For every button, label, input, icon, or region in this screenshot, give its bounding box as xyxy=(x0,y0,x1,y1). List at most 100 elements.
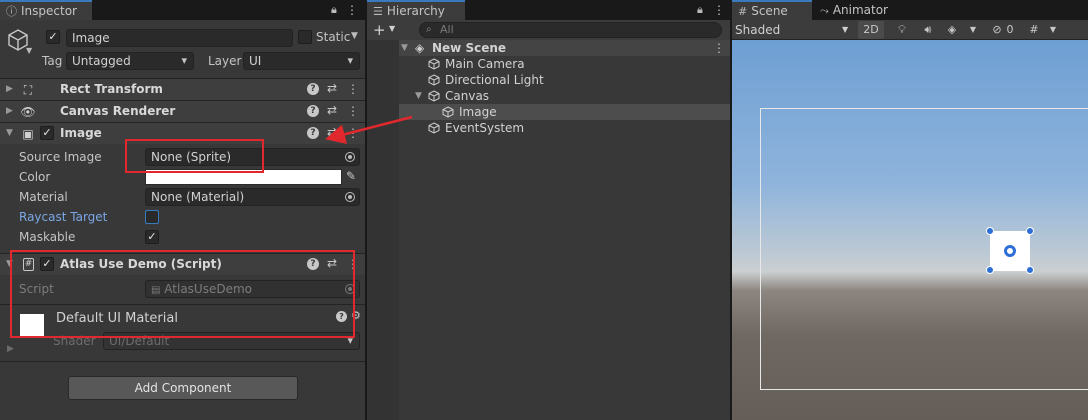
inspector-menu-icon[interactable]: ⋮ xyxy=(346,3,358,17)
image-component-icon: ▣ xyxy=(22,127,34,141)
canvas-bounds xyxy=(760,108,1088,390)
lock-icon[interactable]: 🔒︎ xyxy=(331,3,337,17)
scene-row[interactable]: ▼ ◈ New Scene ⋮ xyxy=(367,40,730,56)
shader-foldout-icon[interactable]: ▶ xyxy=(7,344,14,354)
static-chevron-down-icon[interactable]: ▼ xyxy=(351,31,358,41)
rect-handle-bottom-right[interactable] xyxy=(1026,266,1034,274)
image-enabled-checkbox[interactable]: ✓ xyxy=(40,126,54,140)
canvas-foldout-icon[interactable]: ▼ xyxy=(415,88,422,104)
component-title: Image xyxy=(60,126,102,140)
object-picker-icon[interactable] xyxy=(345,152,355,162)
layer-dropdown[interactable]: UI xyxy=(243,52,360,70)
component-canvas-renderer[interactable]: ▶ 👁︎ Canvas Renderer ? ⇄ ⋮ xyxy=(0,100,365,122)
hierarchy-item-canvas[interactable]: ▼ Canvas xyxy=(367,88,730,104)
gameobject-cube-icon xyxy=(428,122,440,134)
gameobject-cube-icon xyxy=(428,74,440,86)
object-picker-icon[interactable] xyxy=(345,192,355,202)
scene-menu-icon[interactable]: ⋮ xyxy=(713,41,725,55)
tag-dropdown[interactable]: Untagged xyxy=(66,52,194,70)
component-rect-transform[interactable]: ▶ ⛶ Rect Transform ? ⇄ ⋮ xyxy=(0,78,365,100)
rect-handle-bottom-left[interactable] xyxy=(986,266,994,274)
material-field[interactable]: None (Material) xyxy=(145,188,360,206)
help-icon[interactable]: ? xyxy=(307,105,319,117)
static-checkbox[interactable] xyxy=(298,30,312,44)
lock-icon[interactable]: 🔒︎ xyxy=(697,3,703,17)
annotation-box-script xyxy=(10,250,355,338)
help-icon[interactable]: ? xyxy=(307,127,319,139)
static-label: Static xyxy=(316,30,351,44)
raycast-target-label: Raycast Target xyxy=(19,210,108,224)
hierarchy-item-directional-light[interactable]: Directional Light xyxy=(367,72,730,88)
hierarchy-item-main-camera[interactable]: Main Camera xyxy=(367,56,730,72)
add-component-button[interactable]: Add Component xyxy=(68,376,298,400)
component-menu-icon[interactable]: ⋮ xyxy=(347,104,359,118)
tab-animator[interactable]: ⤳ Animator xyxy=(814,0,904,20)
material-value: None (Material) xyxy=(151,190,245,204)
pivot-handle[interactable] xyxy=(1004,245,1016,257)
add-plus-icon[interactable]: + xyxy=(373,21,386,39)
hierarchy-toolbar: + ▼ ⌕ All xyxy=(367,20,730,40)
chevron-down-icon: ▼ xyxy=(842,25,849,34)
inspector-tabbar: ⓘ Inspector 🔒︎ ⋮ xyxy=(0,0,365,20)
hierarchy-item-label: Canvas xyxy=(445,89,490,103)
audio-toggle-icon[interactable]: 🔊︎ xyxy=(918,21,938,39)
help-icon[interactable]: ? xyxy=(307,83,319,95)
preset-icon[interactable]: ⇄ xyxy=(327,103,337,117)
scene-toolbar: Shaded ▼ 2D 💡︎ 🔊︎ ◈ ▼ ⊘ 0 # ▼ xyxy=(732,20,1088,40)
raycast-target-checkbox[interactable] xyxy=(145,210,159,224)
object-name-field[interactable]: Image xyxy=(66,29,293,47)
scene-foldout-icon[interactable]: ▼ xyxy=(401,40,408,56)
scene-name: New Scene xyxy=(432,41,507,55)
hierarchy-item-eventsystem[interactable]: EventSystem xyxy=(367,120,730,136)
foldout-arrow-icon[interactable]: ▶ xyxy=(6,84,13,94)
hierarchy-gutter xyxy=(367,40,399,420)
preset-icon[interactable]: ⇄ xyxy=(327,125,337,139)
inspector-panel: ⓘ Inspector 🔒︎ ⋮ ▼ ✓ Image Static ▼ Tag U… xyxy=(0,0,365,420)
foldout-arrow-icon[interactable]: ▶ xyxy=(6,106,13,116)
shading-mode-value: Shaded xyxy=(735,23,781,37)
component-menu-icon[interactable]: ⋮ xyxy=(347,82,359,96)
mode-2d-toggle[interactable]: 2D xyxy=(858,21,884,39)
icon-chevron-down-icon[interactable]: ▼ xyxy=(26,46,32,55)
component-menu-icon[interactable]: ⋮ xyxy=(347,126,359,140)
maskable-checkbox[interactable]: ✓ xyxy=(145,230,159,244)
hierarchy-tabbar: ☰ Hierarchy 🔒︎ ⋮ xyxy=(367,0,730,20)
divider xyxy=(0,361,365,362)
hierarchy-item-label: EventSystem xyxy=(445,121,525,135)
source-image-label: Source Image xyxy=(19,150,102,164)
effects-toggle-icon[interactable]: ◈ xyxy=(942,21,962,39)
add-chevron-down-icon[interactable]: ▼ xyxy=(389,24,395,33)
grid-icon: # xyxy=(738,5,748,18)
hierarchy-menu-icon[interactable]: ⋮ xyxy=(713,3,725,17)
list-icon: ☰ xyxy=(373,5,383,18)
tab-hierarchy[interactable]: ☰ Hierarchy xyxy=(367,0,465,20)
grid-toggle-icon[interactable]: # xyxy=(1024,21,1044,39)
eye-icon: 👁︎ xyxy=(20,105,36,119)
rect-handle-top-left[interactable] xyxy=(986,227,994,235)
hierarchy-item-label: Image xyxy=(459,105,497,119)
scene-panel: # Scene ⤳ Animator Shaded ▼ 2D 💡︎ 🔊︎ ◈ ▼ ⊘… xyxy=(732,0,1088,420)
eyedropper-icon[interactable]: ✎ xyxy=(346,169,356,183)
foldout-open-icon[interactable]: ▼ xyxy=(6,128,13,138)
tag-label: Tag xyxy=(42,54,63,68)
tab-scene[interactable]: # Scene xyxy=(732,0,812,20)
hierarchy-panel: ☰ Hierarchy 🔒︎ ⋮ + ▼ ⌕ All ▼ ◈ New Scene … xyxy=(367,0,730,420)
animator-icon: ⤳ xyxy=(820,4,829,17)
lighting-toggle-icon[interactable]: 💡︎ xyxy=(892,21,912,39)
active-checkbox[interactable]: ✓ xyxy=(46,30,60,44)
effects-chevron-down-icon[interactable]: ▼ xyxy=(966,21,980,39)
preset-icon[interactable]: ⇄ xyxy=(327,81,337,95)
gameobject-cube-icon xyxy=(428,58,440,70)
hierarchy-item-image-selected[interactable]: Image xyxy=(367,104,730,120)
tab-inspector[interactable]: ⓘ Inspector xyxy=(0,0,92,20)
color-label: Color xyxy=(19,170,51,184)
hidden-count: 0 xyxy=(1006,23,1014,36)
info-icon: ⓘ xyxy=(6,5,17,18)
scene-viewport[interactable] xyxy=(732,40,1088,420)
gameobject-cube-icon xyxy=(428,90,440,102)
shading-mode-dropdown[interactable]: Shaded ▼ xyxy=(735,21,852,39)
hierarchy-search-input[interactable]: ⌕ All xyxy=(419,22,722,38)
annotation-box-source-image xyxy=(125,139,264,173)
grid-chevron-down-icon[interactable]: ▼ xyxy=(1046,21,1060,39)
rect-handle-top-right[interactable] xyxy=(1026,227,1034,235)
